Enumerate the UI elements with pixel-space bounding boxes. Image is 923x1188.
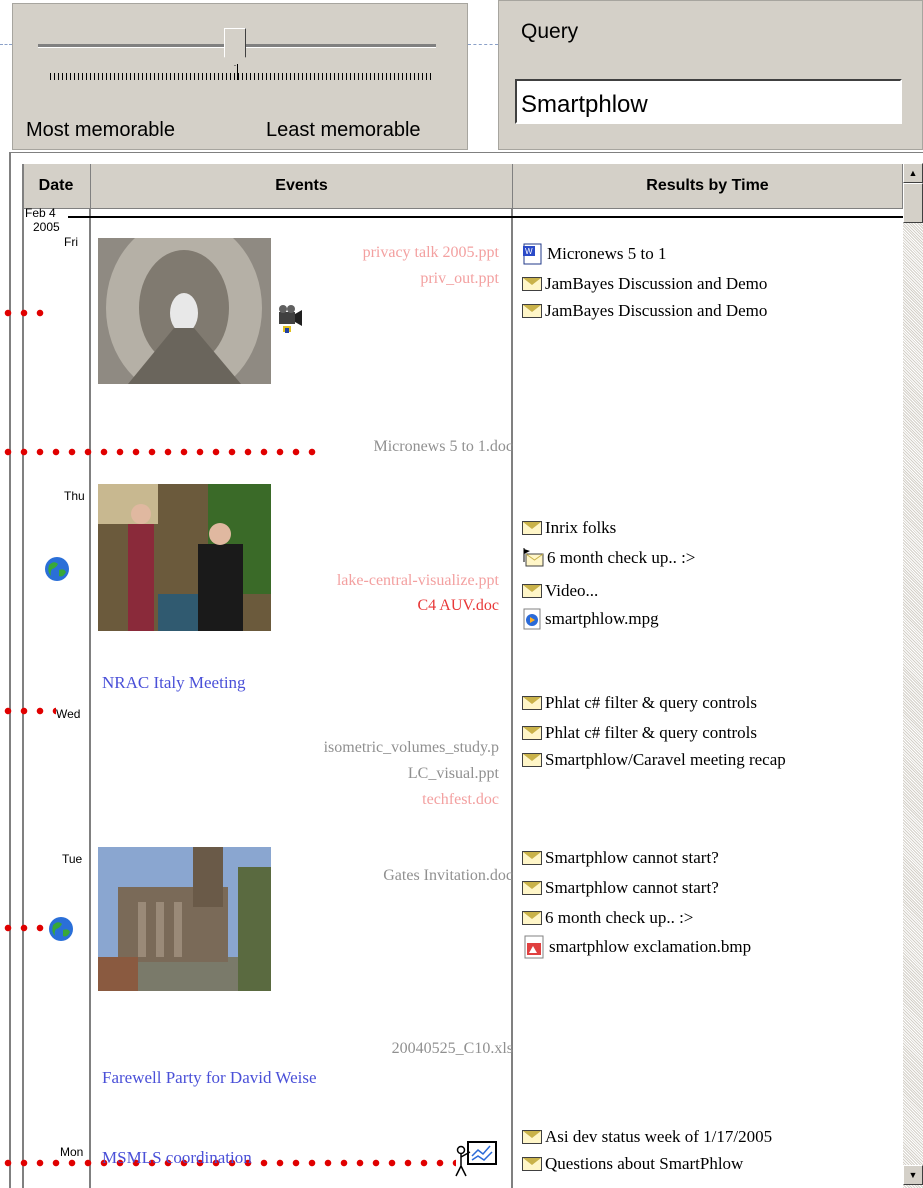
guide-line-left (0, 44, 12, 46)
result-text: Inrix folks (545, 518, 617, 537)
day-label-fri: Fri (64, 235, 78, 249)
tunnel-photo[interactable] (98, 238, 271, 384)
media-file-icon (523, 608, 541, 630)
result-item[interactable]: Phlat c# filter & query controls (522, 723, 757, 743)
query-label: Query (521, 20, 579, 43)
timeline-marker-2 (0, 448, 320, 456)
globe-icon[interactable] (44, 556, 70, 582)
date-column-divider (89, 209, 91, 1188)
email-icon (522, 696, 542, 710)
date-baseline (68, 216, 903, 218)
result-item[interactable]: JamBayes Discussion and Demo (522, 274, 767, 294)
timeline-marker-4 (0, 924, 48, 932)
result-item[interactable]: Smartphlow cannot start? (522, 848, 719, 868)
presentation-icon[interactable] (452, 1140, 498, 1178)
result-item[interactable]: Questions about SmartPhlow (522, 1154, 743, 1174)
slider-center-tick (237, 64, 238, 80)
globe-icon[interactable] (48, 916, 74, 942)
bitmap-file-icon (524, 935, 544, 959)
result-item[interactable]: smartphlow exclamation.bmp (522, 935, 751, 959)
result-text: smartphlow.mpg (545, 609, 659, 628)
result-text: Video... (545, 581, 599, 600)
result-item[interactable]: Video... (522, 581, 598, 601)
slider-ticks (50, 73, 432, 80)
result-text: Phlat c# filter & query controls (545, 693, 757, 712)
date-year: 2005 (33, 220, 60, 234)
email-icon (522, 1157, 542, 1171)
ruins-photo[interactable] (98, 847, 271, 991)
scroll-up-button[interactable]: ▲ (903, 163, 923, 183)
result-text: Asi dev status week of 1/17/2005 (545, 1127, 773, 1146)
word-doc-icon: W (523, 243, 542, 265)
result-item[interactable]: 6 month check up.. :> (522, 908, 693, 928)
query-input[interactable]: Smartphlow (515, 79, 902, 124)
result-text: Smartphlow cannot start? (545, 878, 719, 897)
result-item[interactable]: Smartphlow cannot start? (522, 878, 719, 898)
event-file[interactable]: privacy talk 2005.ppt (363, 244, 499, 262)
result-item[interactable]: Inrix folks (522, 518, 616, 538)
date-column-header[interactable]: Date (22, 164, 91, 209)
event-meeting[interactable]: MSMLS coordination (102, 1148, 252, 1168)
result-text: Smartphlow cannot start? (545, 848, 719, 867)
result-item[interactable]: Asi dev status week of 1/17/2005 (522, 1127, 772, 1147)
scroll-thumb[interactable] (903, 183, 923, 223)
event-file[interactable]: 20040525_C10.xls (392, 1040, 513, 1058)
result-text: Micronews 5 to 1 (547, 244, 667, 263)
date-month-day: Feb 4 (25, 206, 56, 220)
email-icon (522, 753, 542, 767)
result-text: Smartphlow/Caravel meeting recap (545, 750, 786, 769)
event-meeting[interactable]: NRAC Italy Meeting (102, 673, 246, 693)
group-photo[interactable] (98, 484, 271, 631)
timeline-marker-3 (0, 707, 56, 715)
least-memorable-label: Least memorable (266, 119, 421, 141)
timeline-marker-1 (0, 309, 48, 317)
event-file[interactable]: Gates Invitation.doc (383, 867, 513, 885)
video-camera-icon[interactable] (277, 304, 303, 334)
event-file[interactable]: C4 AUV.doc (418, 597, 500, 615)
event-file[interactable]: Micronews 5 to 1.doc (373, 438, 513, 456)
result-text: JamBayes Discussion and Demo (545, 301, 768, 320)
result-item[interactable]: W Micronews 5 to 1 (522, 243, 666, 265)
result-item[interactable]: Phlat c# filter & query controls (522, 693, 757, 713)
result-text: 6 month check up.. :> (545, 908, 694, 927)
event-party[interactable]: Farewell Party for David Weise (102, 1068, 317, 1088)
guide-line-middle (468, 44, 498, 46)
event-file[interactable]: priv_out.ppt (420, 270, 499, 288)
result-text: Questions about SmartPhlow (545, 1154, 744, 1173)
result-item[interactable]: smartphlow.mpg (522, 608, 659, 630)
email-icon (522, 584, 542, 598)
email-icon (522, 304, 542, 318)
day-label-mon: Mon (60, 1145, 84, 1159)
vertical-scrollbar[interactable]: ▲ ▼ (903, 163, 923, 1188)
result-item[interactable]: Smartphlow/Caravel meeting recap (522, 750, 786, 770)
day-label-wed: Wed (56, 707, 81, 721)
email-icon (522, 521, 542, 535)
most-memorable-label: Most memorable (26, 119, 175, 141)
result-item[interactable]: JamBayes Discussion and Demo (522, 301, 767, 321)
result-item[interactable]: 6 month check up.. :> (522, 548, 695, 568)
email-icon (522, 726, 542, 740)
email-icon (522, 881, 542, 895)
event-file[interactable]: lake-central-visualize.ppt (337, 572, 499, 590)
day-label-thu: Thu (64, 489, 85, 503)
result-text: 6 month check up.. :> (547, 548, 696, 567)
email-icon (522, 851, 542, 865)
result-text: Phlat c# filter & query controls (545, 723, 757, 742)
results-column-header[interactable]: Results by Time (513, 164, 903, 209)
event-file[interactable]: isometric_volumes_study.p (324, 739, 499, 757)
event-file[interactable]: LC_visual.ppt (408, 765, 499, 783)
email-flag-icon (523, 548, 544, 567)
day-label-tue: Tue (62, 852, 83, 866)
svg-text:W: W (525, 247, 533, 256)
scroll-down-button[interactable]: ▼ (903, 1165, 923, 1185)
event-file[interactable]: techfest.doc (422, 791, 499, 809)
email-icon (522, 911, 542, 925)
left-column-edge (22, 164, 24, 1188)
events-column-header[interactable]: Events (91, 164, 513, 209)
result-text: smartphlow exclamation.bmp (549, 937, 752, 956)
result-text: JamBayes Discussion and Demo (545, 274, 768, 293)
email-icon (522, 277, 542, 291)
email-icon (522, 1130, 542, 1144)
